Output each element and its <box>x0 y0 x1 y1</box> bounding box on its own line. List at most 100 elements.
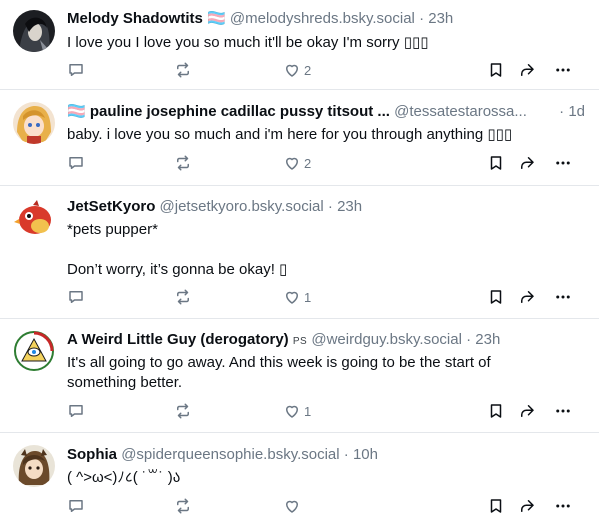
like-icon <box>286 291 298 304</box>
share-button[interactable] <box>518 401 536 421</box>
post-text: I love you I love you so much it'll be o… <box>67 34 429 51</box>
feed-post[interactable]: A Weird Little Guy (derogatory) PS @weir… <box>0 319 599 433</box>
name-badge: PS <box>292 336 308 347</box>
repost-button[interactable] <box>174 153 192 173</box>
avatar-dark-hair-portrait-icon <box>13 10 55 52</box>
author-name[interactable]: A Weird Little Guy (derogatory) <box>67 331 289 348</box>
post-time[interactable]: 23h <box>475 331 500 348</box>
feed-post[interactable]: Melody Shadowtits 🏳️‍⚧️ @melodyshreds.bs… <box>0 0 599 90</box>
post-actions: 1 <box>67 287 587 307</box>
share-button[interactable] <box>518 496 536 516</box>
separator: · <box>559 103 565 120</box>
more-icon <box>556 295 570 299</box>
reply-button[interactable] <box>67 60 85 80</box>
post-text: baby. i love you so much and i'm here fo… <box>67 126 513 143</box>
avatar[interactable] <box>13 10 55 52</box>
avatar-anime-blonde-icon <box>13 102 55 144</box>
name-emoji: 🏳️‍⚧️ <box>67 103 86 120</box>
reply-icon <box>69 157 83 169</box>
more-icon <box>556 409 570 413</box>
reply-button[interactable] <box>67 153 85 173</box>
post-time[interactable]: · 1d <box>557 102 585 122</box>
bookmark-icon <box>490 404 502 418</box>
author-name[interactable]: Sophia <box>67 446 117 463</box>
like-count: 1 <box>304 403 312 419</box>
repost-button[interactable] <box>174 60 192 80</box>
share-icon <box>521 157 534 169</box>
repost-button[interactable] <box>174 287 192 307</box>
repost-icon <box>177 498 189 514</box>
avatar[interactable] <box>13 330 55 372</box>
bookmark-icon <box>490 499 502 513</box>
avatar[interactable] <box>13 445 55 487</box>
share-button[interactable] <box>518 153 536 173</box>
bookmark-button[interactable] <box>487 153 505 173</box>
post-actions: 2 <box>67 153 587 173</box>
more-options-button[interactable] <box>554 153 572 173</box>
more-options-button[interactable] <box>554 60 572 80</box>
post-actions: 2 <box>67 60 587 80</box>
reply-button[interactable] <box>67 496 85 516</box>
share-icon <box>521 64 534 76</box>
author-handle[interactable]: @jetsetkyoro.bsky.social <box>160 198 324 215</box>
like-button[interactable]: 2 <box>283 153 311 173</box>
reply-button[interactable] <box>67 287 85 307</box>
repost-button[interactable] <box>174 496 192 516</box>
share-button[interactable] <box>518 287 536 307</box>
separator: · <box>343 446 349 463</box>
more-options-button[interactable] <box>554 401 572 421</box>
post-time[interactable]: 23h <box>337 198 362 215</box>
post-time[interactable]: 10h <box>353 446 378 463</box>
author-name[interactable]: JetSetKyoro <box>67 198 155 215</box>
author-name[interactable]: Melody Shadowtits <box>67 10 203 27</box>
more-icon <box>556 504 570 508</box>
feed-post[interactable]: JetSetKyoro @jetsetkyoro.bsky.social · 2… <box>0 186 599 319</box>
post-time-value: 1d <box>568 103 585 120</box>
share-button[interactable] <box>518 60 536 80</box>
post-time[interactable]: 23h <box>428 10 453 27</box>
avatar-brown-hair-icon <box>13 445 55 487</box>
bookmark-button[interactable] <box>487 287 505 307</box>
post-text: *pets pupper* Don’t worry, it’s gonna be… <box>67 221 288 278</box>
like-count: 1 <box>304 289 312 305</box>
more-icon <box>556 161 570 165</box>
repost-icon <box>177 403 189 419</box>
like-button[interactable]: 1 <box>283 287 311 307</box>
avatar[interactable] <box>13 102 55 144</box>
author-handle[interactable]: @melodyshreds.bsky.social <box>230 10 415 27</box>
separator: · <box>466 331 472 348</box>
bookmark-icon <box>490 156 502 170</box>
repost-icon <box>177 155 189 171</box>
post-actions: 1 <box>67 401 587 421</box>
share-icon <box>521 405 534 417</box>
like-button[interactable] <box>283 496 304 516</box>
author-handle[interactable]: @spiderqueensophie.bsky.social <box>121 446 339 463</box>
share-icon <box>521 500 534 512</box>
repost-icon <box>177 62 189 78</box>
like-count: 2 <box>304 62 312 78</box>
name-emoji: 🏳️‍⚧️ <box>207 10 226 27</box>
avatar-red-bird-icon <box>13 197 55 239</box>
author-handle[interactable]: @weirdguy.bsky.social <box>311 331 462 348</box>
post-text: It's all going to go away. And this week… <box>67 354 491 391</box>
reply-button[interactable] <box>67 401 85 421</box>
more-options-button[interactable] <box>554 496 572 516</box>
repost-button[interactable] <box>174 401 192 421</box>
feed-post[interactable]: 🏳️‍⚧️ pauline josephine cadillac pussy t… <box>0 90 599 186</box>
like-button[interactable]: 1 <box>283 401 311 421</box>
more-options-button[interactable] <box>554 287 572 307</box>
bookmark-button[interactable] <box>487 60 505 80</box>
avatar[interactable] <box>13 197 55 239</box>
feed-post[interactable]: Sophia @spiderqueensophie.bsky.social · … <box>0 433 599 531</box>
author-name[interactable]: pauline josephine cadillac pussy titsout… <box>90 103 390 120</box>
repost-icon <box>177 289 189 305</box>
bookmark-button[interactable] <box>487 496 505 516</box>
reply-icon <box>69 291 83 303</box>
reply-icon <box>69 500 83 512</box>
like-button[interactable]: 2 <box>283 60 311 80</box>
like-count: 2 <box>304 155 312 171</box>
bookmark-button[interactable] <box>487 401 505 421</box>
share-icon <box>521 291 534 303</box>
author-handle[interactable]: @tessatestarossa... <box>394 103 527 120</box>
like-icon <box>286 157 298 170</box>
